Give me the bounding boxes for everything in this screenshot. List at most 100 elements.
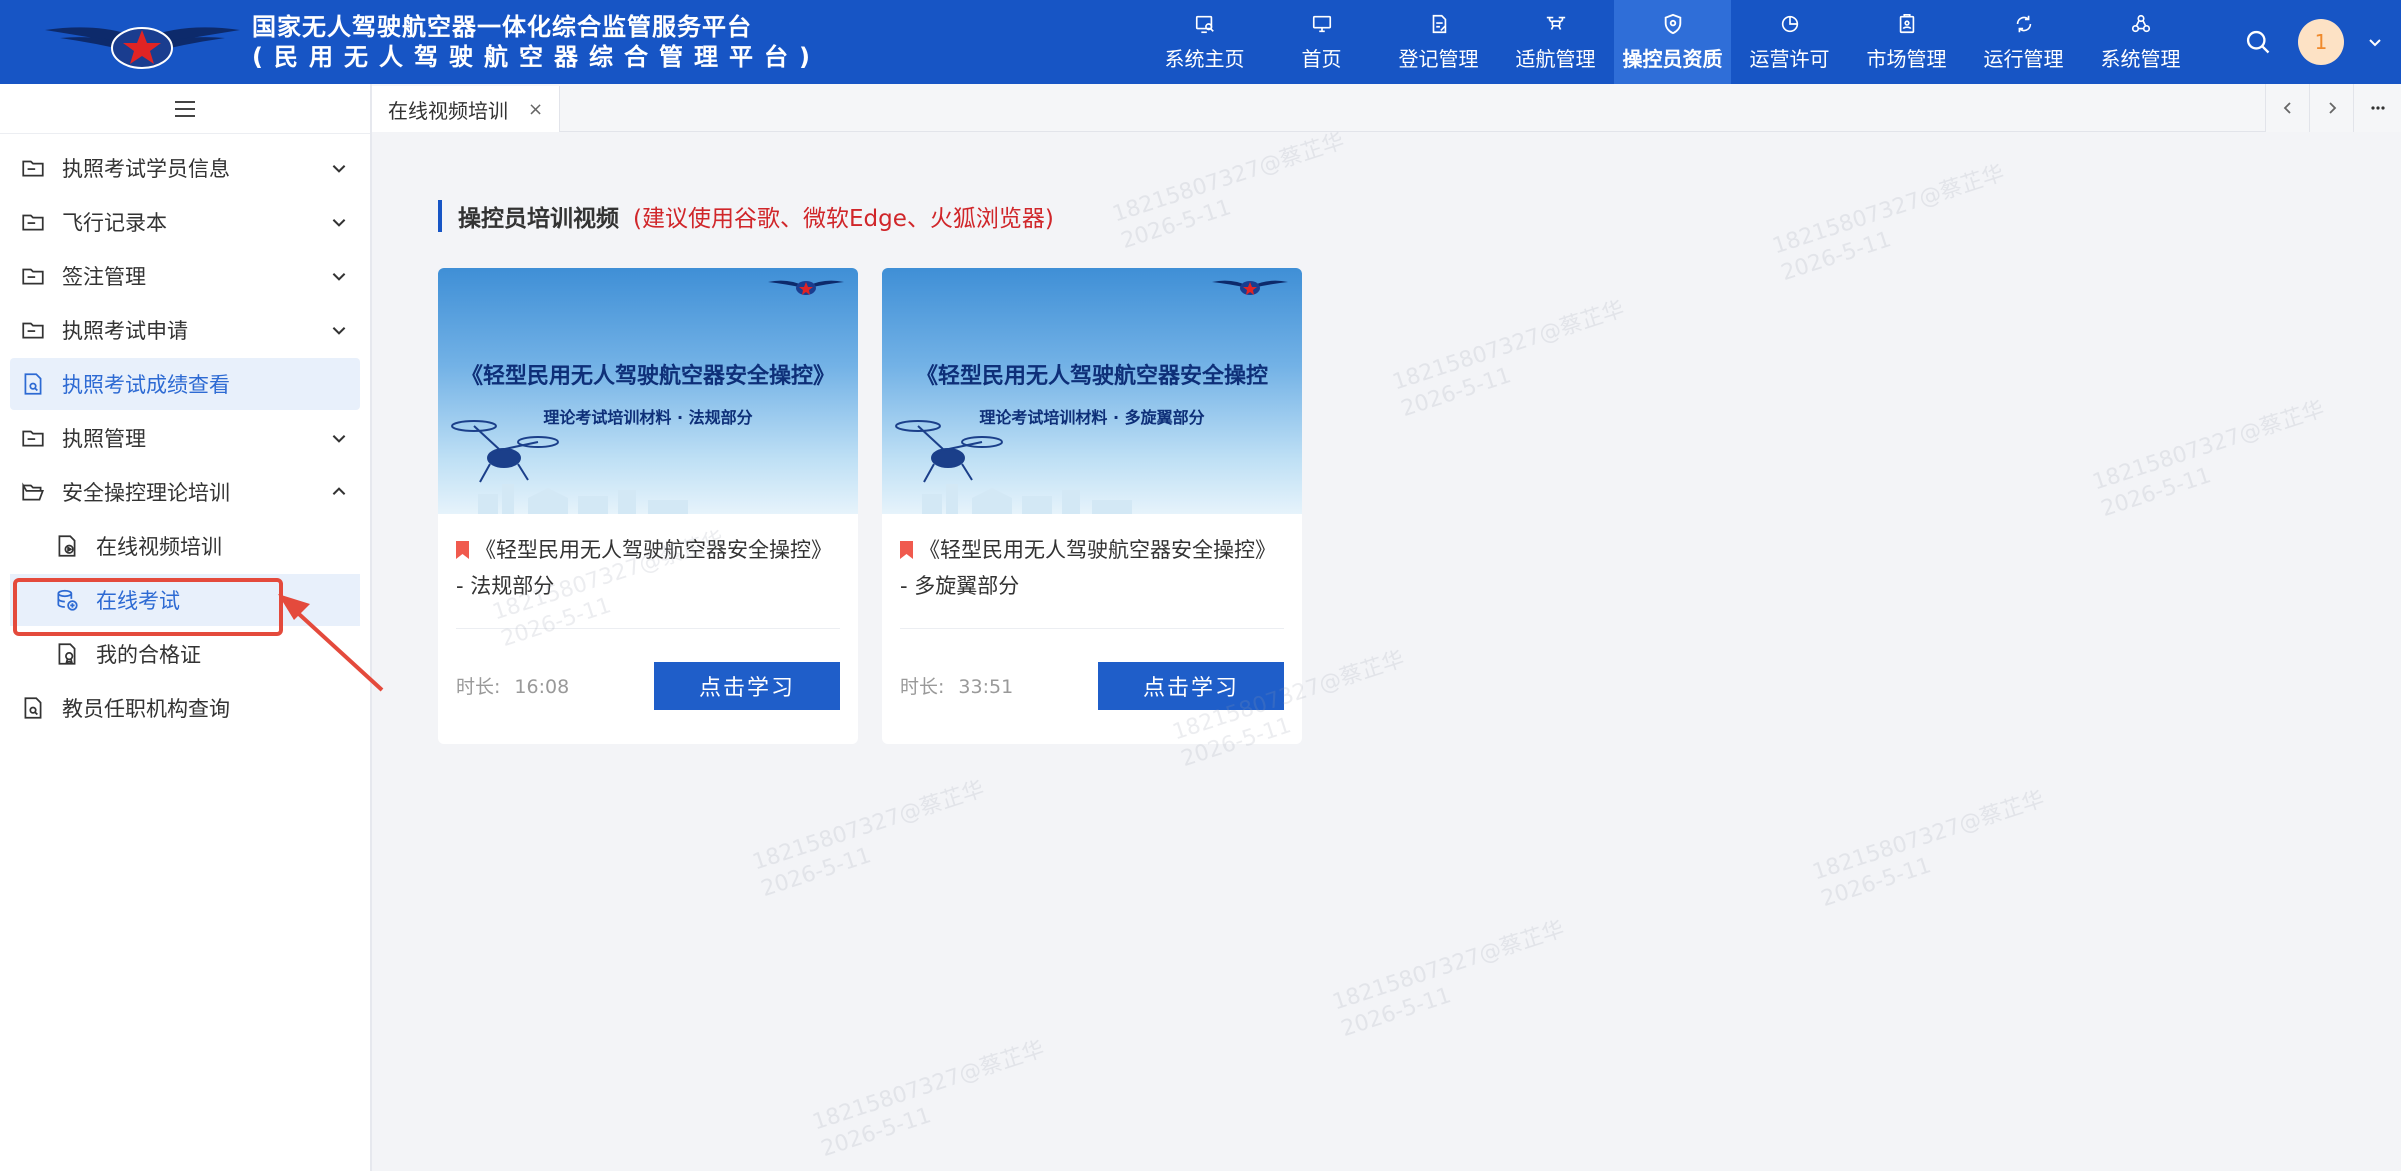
video-duration: 时长: 16:08 [456,672,569,699]
chevron-down-icon[interactable] [2367,34,2383,50]
sidebar-item-label: 在线视频培训 [96,535,222,559]
document-badge-icon [58,643,76,665]
top-header: 国家无人驾驶航空器一体化综合监管服务平台 (民用无人驾驶航空器综合管理平台) 系… [0,0,2401,84]
folder-icon [22,322,44,339]
sidebar-item-label: 教员任职机构查询 [62,697,230,721]
sidebar-item-online-exam[interactable]: 在线考试 [10,574,360,626]
tab-scroll-right[interactable] [2309,84,2353,132]
section-title-text: 操控员培训视频 [458,206,619,232]
sidebar-item-label: 执照考试学员信息 [62,157,230,181]
skyline-illustration-icon [478,484,688,514]
video-thumbnail[interactable]: 《轻型民用无人驾驶航空器安全操控 理论考试培训材料 · 多旋翼部分 [882,268,1302,514]
sidebar-item-flight-logbook[interactable]: 飞行记录本 [10,196,360,248]
user-avatar[interactable]: 1 [2298,19,2344,65]
nav-home[interactable]: 首页 [1263,0,1380,84]
drone-icon [1546,16,1565,30]
video-title[interactable]: 《轻型民用无人驾驶航空器安全操控》 - 法规部分 [456,532,842,604]
watermark-line1: 18215807327@蔡芷华 [749,776,988,876]
chevron-down-icon [332,327,346,335]
watermark-line1: 18215807327@蔡芷华 [1329,916,1568,1016]
sidebar-item-video-training[interactable]: 在线视频培训 [10,520,360,572]
nav-operator-qualification[interactable]: 操控员资质 [1614,0,1731,84]
tab-more[interactable] [2353,84,2401,132]
badge-icon [1899,13,1914,33]
watermark: 18215807327@蔡芷华2026-5-11 [1109,128,1356,256]
sidebar-toggle[interactable] [0,84,370,134]
watermark-line2: 2026-5-11 [1818,853,1935,913]
section-title: 操控员培训视频 (建议使用谷歌、微软Edge、火狐浏览器) [438,200,1054,232]
sidebar-item-my-certificate[interactable]: 我的合格证 [10,628,360,680]
start-study-button[interactable]: 点击学习 [654,662,840,710]
caac-emblem-icon [768,280,844,295]
monitor-search-icon [1195,15,1214,33]
nav-label: 登记管理 [1398,46,1479,71]
document-search-icon [24,373,42,395]
nav-label: 运行管理 [1983,46,2064,71]
folder-icon [22,160,44,177]
watermark: 18215807327@蔡芷华2026-5-11 [2089,396,2336,524]
document-search-icon [24,697,42,719]
watermark: 18215807327@蔡芷华2026-5-11 [1809,786,2056,914]
watermark-line2: 2026-5-11 [1398,363,1515,423]
nav-operation-license[interactable]: 运营许可 [1731,0,1848,84]
video-thumbnail[interactable]: 《轻型民用无人驾驶航空器安全操控》 理论考试培训材料 · 法规部分 [438,268,858,514]
watermark-line1: 18215807327@蔡芷华 [1769,160,2008,260]
duration-value: 33:51 [958,676,1014,698]
watermark: 18215807327@蔡芷华2026-5-11 [749,776,996,904]
main-nav: 系统主页 首页 登记管理 适航管理 操控员资质 运营许可 市场管理 运行管理 系… [1146,0,2199,84]
more-horizontal-icon [2370,106,2385,110]
refresh-icon [2016,15,2031,32]
thumbnail-title: 《轻型民用无人驾驶航空器安全操控 [915,364,1268,389]
folder-icon [22,268,44,285]
watermark-line2: 2026-5-11 [1338,983,1455,1043]
watermark-line2: 2026-5-11 [2098,463,2215,523]
duration-label: 时长: [900,676,945,698]
divider [900,628,1284,629]
document-edit-icon [1432,14,1446,33]
folder-open-icon [22,482,45,501]
tab-scroll-left[interactable] [2265,84,2309,132]
nav-market-management[interactable]: 市场管理 [1848,0,1965,84]
nav-registration[interactable]: 登记管理 [1380,0,1497,84]
watermark-line1: 18215807327@蔡芷华 [809,1036,1048,1136]
sidebar-item-exam-results[interactable]: 执照考试成绩查看 [10,358,360,410]
nav-operation-management[interactable]: 运行管理 [1965,0,2082,84]
platform-title-line2: (民用无人驾驶航空器综合管理平台) [252,43,821,71]
video-card[interactable]: 《轻型民用无人驾驶航空器安全操控 理论考试培训材料 · 多旋翼部分 《轻型民用无… [882,268,1302,744]
network-icon [2131,14,2150,32]
watermark-line1: 18215807327@蔡芷华 [1389,296,1628,396]
video-card[interactable]: 《轻型民用无人驾驶航空器安全操控》 理论考试培训材料 · 法规部分 《轻型民用无… [438,268,858,744]
sidebar-item-label: 飞行记录本 [62,211,167,235]
watermark-line2: 2026-5-11 [1778,227,1895,287]
sidebar-item-license-management[interactable]: 执照管理 [10,412,360,464]
main-content: 操控员培训视频 (建议使用谷歌、微软Edge、火狐浏览器) 《轻型民用无人驾驶航… [372,129,2401,1171]
nav-system-home[interactable]: 系统主页 [1146,0,1263,84]
chevron-right-icon [2328,102,2336,114]
watermark-line2: 2026-5-11 [1118,195,1235,255]
close-icon[interactable]: × [528,99,543,120]
browser-recommendation-note: (建议使用谷歌、微软Edge、火狐浏览器) [633,206,1054,232]
nav-label: 市场管理 [1866,46,1947,71]
tab-label: 在线视频培训 [388,98,508,123]
nav-label: 运营许可 [1749,46,1830,71]
chevron-down-icon [332,435,346,443]
watermark: 18215807327@蔡芷华2026-5-11 [1389,296,1636,424]
sidebar-item-instructor-org-query[interactable]: 教员任职机构查询 [10,682,360,734]
tab-video-training[interactable]: 在线视频培训 × [372,86,560,132]
watermark-line1: 18215807327@蔡芷华 [1109,128,1348,228]
video-title-text: 《轻型民用无人驾驶航空器安全操控》 - 多旋翼部分 [900,538,1276,598]
caac-logo-icon [45,27,240,69]
sidebar-item-label: 签注管理 [62,265,146,289]
start-study-button[interactable]: 点击学习 [1098,662,1284,710]
chevron-up-icon [332,487,346,495]
video-title-text: 《轻型民用无人驾驶航空器安全操控》 - 法规部分 [456,538,832,598]
sidebar-item-safety-training[interactable]: 安全操控理论培训 [10,466,360,518]
search-icon[interactable] [2244,28,2272,56]
chevron-left-icon [2283,102,2291,114]
sidebar-item-exam-student-info[interactable]: 执照考试学员信息 [10,142,360,194]
sidebar-item-endorsement[interactable]: 签注管理 [10,250,360,302]
nav-system-management[interactable]: 系统管理 [2082,0,2199,84]
video-title[interactable]: 《轻型民用无人驾驶航空器安全操控》 - 多旋翼部分 [900,532,1286,604]
sidebar-item-exam-application[interactable]: 执照考试申请 [10,304,360,356]
nav-airworthiness[interactable]: 适航管理 [1497,0,1614,84]
